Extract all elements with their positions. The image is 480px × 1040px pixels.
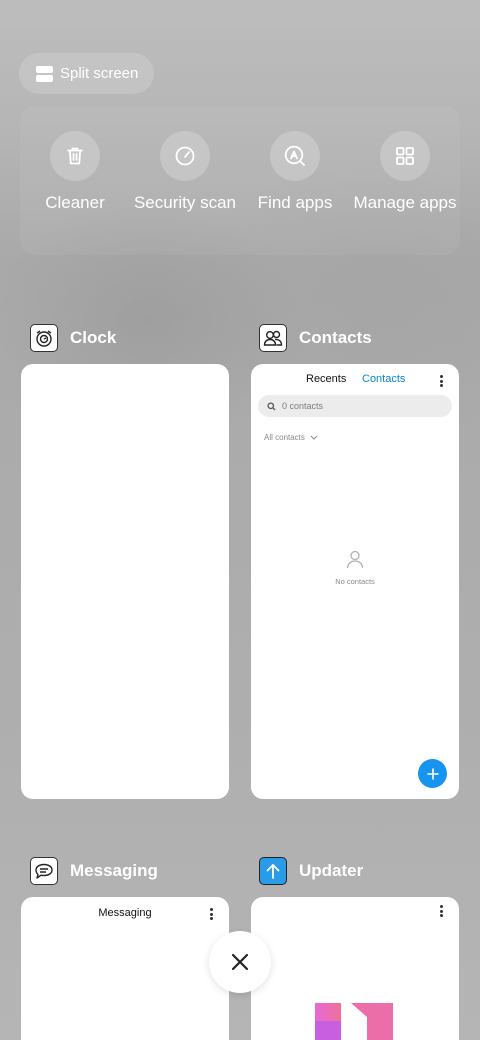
search-placeholder: 0 contacts <box>282 401 324 411</box>
split-screen-icon <box>36 65 53 82</box>
messaging-app-name: Messaging <box>70 861 158 880</box>
contacts-app-header: Contacts <box>259 324 372 352</box>
tab-contacts[interactable]: Contacts <box>362 373 405 385</box>
manage-apps-button[interactable]: Manage apps <box>350 131 460 213</box>
messaging-screen-title: Messaging <box>98 907 152 919</box>
tab-recents[interactable]: Recents <box>306 373 346 385</box>
contacts-app-name: Contacts <box>299 328 372 347</box>
all-contacts-filter[interactable]: All contacts <box>264 433 318 442</box>
cleaner-button[interactable]: Cleaner <box>20 131 130 213</box>
more-options-icon[interactable] <box>210 908 213 922</box>
search-icon <box>267 401 276 411</box>
no-contacts-text: No contacts <box>335 577 375 586</box>
plus-icon <box>426 767 439 780</box>
messaging-app-header: Messaging <box>30 857 158 885</box>
messaging-app-icon <box>30 857 58 885</box>
find-apps-label: Find apps <box>257 193 333 212</box>
quick-tools-panel: Cleaner Security scan Find apps Manage a… <box>20 107 460 255</box>
split-screen-label: Split screen <box>60 65 139 82</box>
clock-app-header: Clock <box>30 324 116 352</box>
close-icon <box>231 953 249 971</box>
messaging-app-card[interactable]: Messaging <box>21 897 229 1040</box>
security-scan-label: Security scan <box>133 193 237 212</box>
miui-logo-graphic <box>315 1003 393 1040</box>
clear-all-button[interactable] <box>209 931 271 993</box>
manage-apps-label: Manage apps <box>353 193 457 212</box>
security-scan-button[interactable]: Security scan <box>130 131 240 213</box>
gauge-icon <box>160 131 210 181</box>
updater-app-icon <box>259 857 287 885</box>
cleaner-label: Cleaner <box>45 193 105 212</box>
clock-app-icon <box>30 324 58 352</box>
find-apps-icon <box>270 131 320 181</box>
trash-icon <box>50 131 100 181</box>
updater-app-header: Updater <box>259 857 363 885</box>
find-apps-button[interactable]: Find apps <box>240 131 350 213</box>
filter-label: All contacts <box>264 433 305 442</box>
contacts-app-card[interactable]: Recents Contacts 0 contacts All contacts… <box>251 364 459 799</box>
more-options-icon[interactable] <box>440 905 443 919</box>
clock-app-card[interactable] <box>21 364 229 799</box>
grid-icon <box>380 131 430 181</box>
split-screen-button[interactable]: Split screen <box>19 53 154 94</box>
chevron-down-icon <box>310 435 318 440</box>
add-contact-button[interactable] <box>418 759 447 788</box>
person-icon <box>346 550 364 569</box>
more-options-icon[interactable] <box>440 375 443 389</box>
contacts-app-icon <box>259 324 287 352</box>
updater-app-name: Updater <box>299 861 364 880</box>
updater-app-card[interactable] <box>251 897 459 1040</box>
contacts-search-input[interactable]: 0 contacts <box>258 395 452 417</box>
clock-app-name: Clock <box>70 328 117 347</box>
